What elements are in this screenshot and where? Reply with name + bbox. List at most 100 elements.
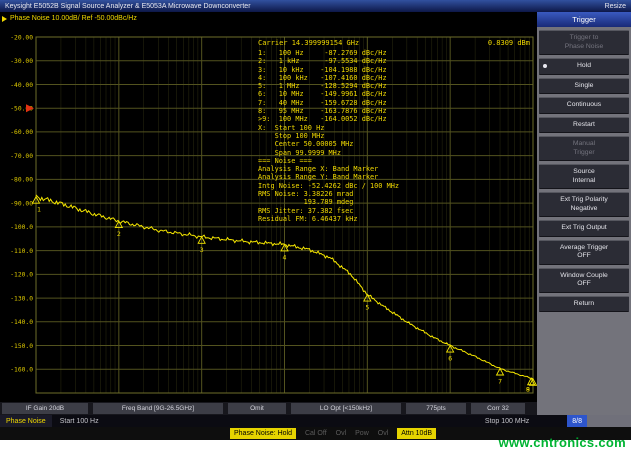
softkey-label: Manual [540,140,628,149]
softkey-label: Ext Trig Output [540,224,628,233]
carrier-power: 0.8309 dBm [488,39,530,47]
softkey-ext-trig-polarity-negative[interactable]: Ext Trig PolarityNegative [539,192,629,217]
readout-line: 8: 95 MHz -163.7876 dBc/Hz [258,107,399,115]
softkey-label: OFF [540,252,628,261]
softkey-page-indicator: 8/8 [567,415,587,427]
status-attn-10db: Attn 10dB [397,428,436,439]
carrier-frequency: Carrier 14.399999154 GHz [258,39,359,47]
annotation-omit: Omit [228,403,286,414]
marker-number-label: 7 [498,377,502,385]
softkey-label: Return [540,300,628,309]
marker-number-label: 6 [448,355,452,363]
softkey-label: Single [540,82,628,91]
softkey-single[interactable]: Single [539,78,629,95]
stop-frequency-label: Stop 100 MHz [485,418,529,425]
side-panel-buttons: Trigger toPhase Noise Hold Single Continuou… [537,27,631,315]
readout-line: === Noise === [258,157,399,165]
annotation-corr-32: Corr 32 [471,403,525,414]
softkey-label: Source [540,168,628,177]
svg-text:-40.00: -40.00 [10,82,33,89]
readout-line: 5: 1 MHz -128.5294 dBc/Hz [258,82,399,90]
softkey-label: Phase Noise [540,43,628,52]
softkey-window-couple-off[interactable]: Window CoupleOFF [539,268,629,293]
sweep-range-bar: Phase Noise Start 100 Hz Stop 100 MHz 8/… [0,415,631,427]
instrument-screen: Keysight E5052B Signal Source Analyzer &… [0,0,631,452]
softkey-source-internal[interactable]: SourceInternal [539,164,629,189]
window-title: Keysight E5052B Signal Source Analyzer &… [5,3,251,10]
trace-header: Phase Noise 10.00dB/ Ref -50.00dBc/Hz [0,12,537,25]
readout-line: 3: 10 kHz -104.1988 dBc/Hz [258,66,399,74]
softkey-label: Hold [540,62,628,71]
marker-number-label: 2 [117,230,121,238]
svg-text:-130.0: -130.0 [10,295,33,302]
annotation-bar: IF Gain 20dB Freq Band [9G-26.5GHz] Omit LO… [0,402,537,415]
readout-line: 7: 40 MHz -159.6728 dBc/Hz [258,99,399,107]
readout-line: Center 50.00005 MHz [258,140,399,148]
softkey-average-trigger-off[interactable]: Average TriggerOFF [539,240,629,265]
status-pow: Pow [355,430,369,437]
softkey-label: Restart [540,121,628,130]
status-cal-off: Cal Off [305,430,327,437]
softkey-continuous[interactable]: Continuous [539,97,629,114]
softkey-label: Trigger [540,149,628,158]
panel-footer [587,415,631,427]
status-phase-noise-hold: Phase Noise: Hold [230,428,296,439]
trace-scale-label: Phase Noise 10.00dB/ Ref -50.00dBc/Hz [10,15,137,22]
softkey-label: Internal [540,177,628,186]
annotation-if-gain-20db: IF Gain 20dB [2,403,88,414]
marker-number-label: 3 [200,246,204,254]
svg-text:-30.00: -30.00 [10,58,33,65]
plot-column: Phase Noise 10.00dB/ Ref -50.00dBc/Hz -2… [0,12,537,415]
softkey-ext-trig-output[interactable]: Ext Trig Output [539,220,629,237]
softkey-label: Continuous [540,101,628,110]
softkey-label: Negative [540,205,628,214]
start-frequency-label: Start 100 Hz [60,418,99,425]
readout-line: Span 99.9999 MHz [258,149,399,157]
readout-line: Stop 100 MHz [258,132,399,140]
readout-line: 1: 100 Hz -87.2769 dBc/Hz [258,49,399,57]
annotation-freq-band-9g-26-5ghz: Freq Band [9G-26.5GHz] [93,403,223,414]
plot-area: -20.00-30.00-40.00-50.00-60.00-70.00-80.… [0,25,537,402]
marker-number-label: 5 [365,304,369,312]
readout-line: RMS Jitter: 37.382 fsec [258,207,399,215]
softkey-restart[interactable]: Restart [539,117,629,134]
marker-number-label: 4 [283,253,287,261]
annotation-775pts: 775pts [406,403,466,414]
readout-line: X: Start 100 Hz [258,124,399,132]
titlebar: Keysight E5052B Signal Source Analyzer &… [0,0,631,12]
readout-line: RMS Noise: 3.38226 mrad [258,190,399,198]
readout-line: >9: 100 MHz -164.0052 dBc/Hz [258,115,399,123]
softkey-menu-title: Trigger [537,12,631,27]
softkey-panel: Trigger Trigger toPhase Noise Hold Single C… [537,12,631,415]
marker-number-label: 1 [37,206,41,214]
softkey-label: Average Trigger [540,244,628,253]
selected-dot-icon [543,64,547,68]
softkey-label: Ext Trig Polarity [540,196,628,205]
softkey-return[interactable]: Return [539,296,629,313]
softkey-label: Window Couple [540,272,628,281]
softkey-manual-trigger: ManualTrigger [539,136,629,161]
status-ovl: Ovl [378,430,389,437]
status-ovl: Ovl [336,430,347,437]
svg-text:-100.0: -100.0 [10,224,33,231]
readout-line: 2: 1 kHz -97.5534 dBc/Hz [258,57,399,65]
trace-marker-icon [2,16,7,22]
readout-line: Intg Noise: -52.4262 dBc / 100 MHz [258,182,399,190]
marker-number-label: 9 [526,386,530,394]
svg-text:-70.00: -70.00 [10,153,33,160]
softkey-trigger-to-phase-noise: Trigger toPhase Noise [539,30,629,55]
annotation-lo-opt-150khz: LO Opt [<150kHz] [291,403,401,414]
softkey-hold[interactable]: Hold [539,58,629,75]
resize-button[interactable]: Resize [605,3,626,10]
svg-text:-60.00: -60.00 [10,129,33,136]
svg-text:-80.00: -80.00 [10,177,33,184]
readout-line: Analysis Range Y: Band Marker [258,173,399,181]
svg-text:-160.0: -160.0 [10,367,33,374]
readout-line: 6: 10 MHz -149.9961 dBc/Hz [258,90,399,98]
svg-text:-20.00: -20.00 [10,34,33,41]
readout-line: Analysis Range X: Band Marker [258,165,399,173]
trace-tab-phase-noise[interactable]: Phase Noise [0,415,52,427]
svg-text:-90.00: -90.00 [10,200,33,207]
readout-line: Residual FM: 6.46437 kHz [258,215,399,223]
svg-text:-140.0: -140.0 [10,319,33,326]
